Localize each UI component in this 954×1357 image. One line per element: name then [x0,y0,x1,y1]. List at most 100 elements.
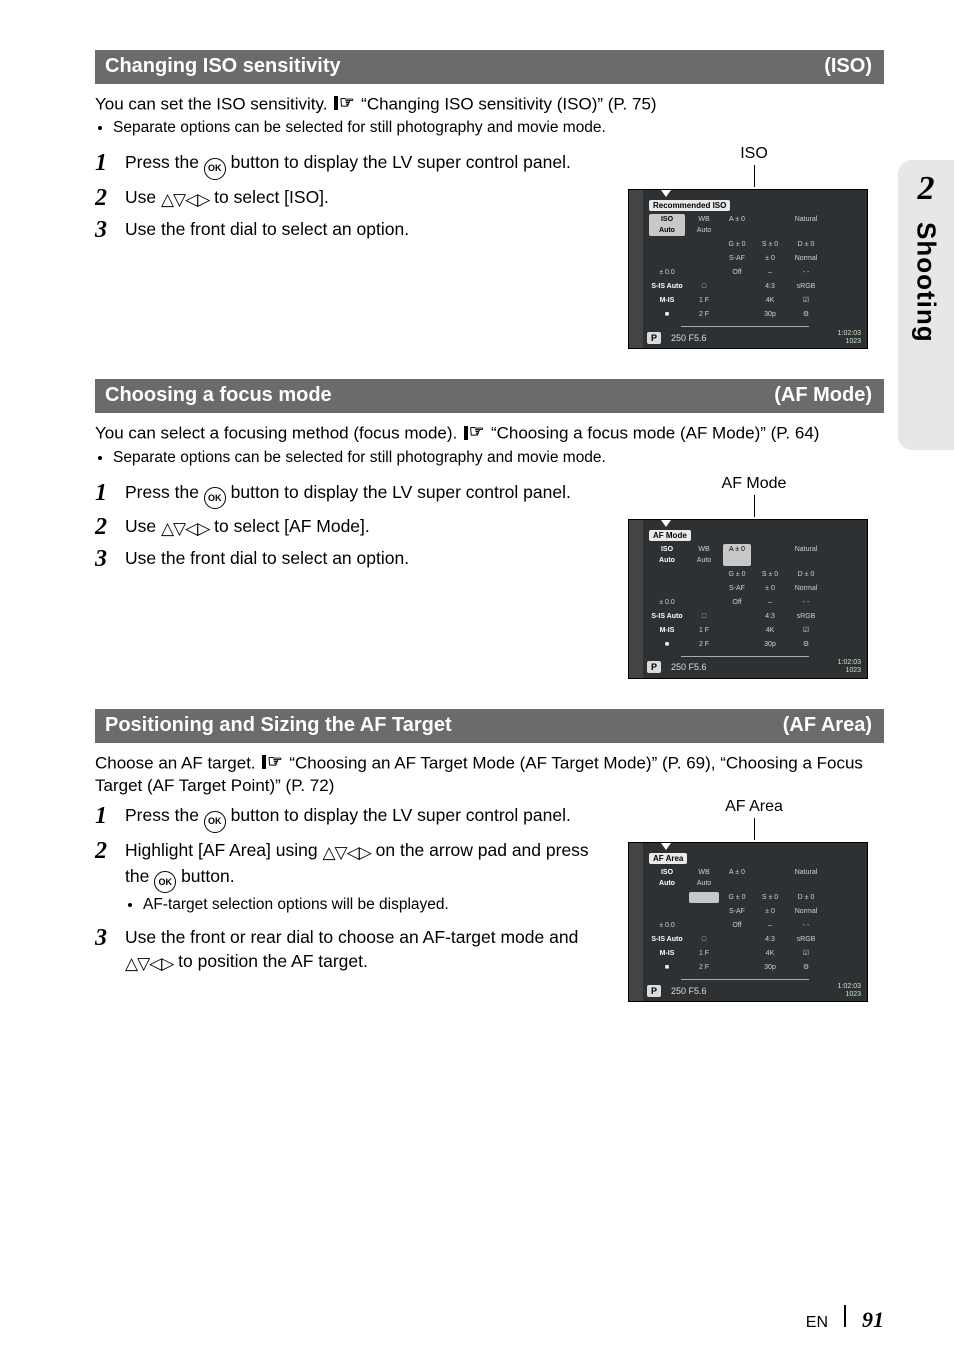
step: 1 Press the OK button to display the LV … [95,481,616,510]
ok-button-icon: OK [204,487,226,509]
step-text: Use △▽◁▷ to select [AF Mode]. [125,515,616,541]
step-text: Use the front or rear dial to choose an … [125,926,616,976]
lv-cell: WBAuto [689,214,719,236]
section-tag: (AF Mode) [774,384,872,407]
lv-cell [755,214,785,236]
lv-cell: sRGB [789,281,823,292]
lv-cell: ☑ [789,295,823,306]
lv-cell: A ± 0 [723,867,751,889]
lv-cell [827,597,861,608]
lv-cell: ISOAuto [649,544,685,566]
lv-cell [827,295,861,306]
lv-cell: A ± 0 [723,214,751,236]
step-number: 3 [95,926,125,950]
mode-badge: P [647,332,661,344]
lv-cell [649,239,685,250]
lv-cell [827,920,861,931]
lv-cell [827,611,861,622]
step-text: Use the front dial to select an option. [125,218,616,242]
lv-cell [689,920,719,931]
lv-cell [689,892,719,903]
step-text: Use the front dial to select an option. [125,547,616,571]
step: 2 Highlight [AF Area] using △▽◁▷ on the … [95,839,616,920]
lv-cell: - - [789,920,823,931]
step-number: 2 [95,186,125,210]
highlight-caret-icon [661,190,671,197]
step-text: Press the OK button to display the LV su… [125,804,616,833]
step-text: Highlight [AF Area] using △▽◁▷ on the ar… [125,839,616,920]
step-text: Use △▽◁▷ to select [ISO]. [125,186,616,212]
step-sub-bullet: AF-target selection options will be disp… [143,895,616,916]
lv-pointer-label: AF Mode [624,475,884,493]
section-intro: You can select a focusing method (focus … [95,421,884,445]
lv-cell: □ [689,281,719,292]
chapter-label: Shooting [911,222,942,343]
lv-cell: 2 F [689,639,719,650]
exposure-readout: 250 F5.6 [671,662,828,672]
lv-cell: WBAuto [689,544,719,566]
section-tag: (ISO) [824,55,872,78]
lv-cell: Normal [789,253,823,264]
lv-cell: M-IS [649,295,685,306]
reference-icon: ☞ [332,92,356,115]
lv-cell: Natural [789,544,823,566]
lv-cell: S ± 0 [755,239,785,250]
step-text: Press the OK button to display the LV su… [125,481,616,510]
lv-cell: ■ [649,309,685,320]
arrow-pad-icon: △▽◁▷ [161,189,209,212]
lv-super-control-panel: AF Area ISOAutoWBAutoA ± 0NaturalG ± 0S … [628,842,868,1002]
lv-cell [827,625,861,636]
lv-cell: 4K [755,295,785,306]
lv-cell [723,639,751,650]
lv-cell: - - [789,597,823,608]
lv-cell: Normal [789,906,823,917]
step-number: 3 [95,218,125,242]
lv-cell: 30p [755,639,785,650]
lv-cell: M-IS [649,625,685,636]
lv-cell: S-AF [723,906,751,917]
lv-cell: ± 0 [755,253,785,264]
lv-cell: ⚙ [789,309,823,320]
step-sub-bullets: AF-target selection options will be disp… [125,895,616,916]
lv-cell [689,906,719,917]
lv-cell [649,253,685,264]
lv-cell [827,892,861,903]
lv-cell [827,906,861,917]
lv-cell: 4K [755,625,785,636]
lv-super-control-panel: Recommended ISO ISOAutoWBAutoA ± 0Natura… [628,189,868,349]
lv-cell: 2 F [689,962,719,973]
lv-title-chip: Recommended ISO [649,200,730,211]
lv-cell [827,934,861,945]
lv-cell: 4:3 [755,611,785,622]
lv-pointer-line [754,165,755,187]
highlight-caret-icon [661,843,671,850]
lv-cell [723,309,751,320]
highlight-caret-icon [661,520,671,527]
lv-cell: ☑ [789,948,823,959]
lv-cell: sRGB [789,934,823,945]
lv-cell: S-IS Auto [649,611,685,622]
step: 3 Use the front dial to select an option… [95,218,616,242]
lv-cell: Normal [789,583,823,594]
lv-title-chip: AF Area [649,853,687,864]
lv-cell: 30p [755,309,785,320]
intro-bullets: Separate options can be selected for sti… [95,449,884,467]
step: 2 Use △▽◁▷ to select [AF Mode]. [95,515,616,541]
lv-cell [649,892,685,903]
lv-cell: G ± 0 [723,892,751,903]
lv-cell: ± 0 [755,906,785,917]
lv-cell: WBAuto [689,867,719,889]
lv-cell: 4:3 [755,281,785,292]
mode-badge: P [647,661,661,673]
lv-panel-figure: AF Mode AF Mode ISOAutoWBAutoA ± 0Natura… [624,475,884,679]
lv-cell: Off [723,597,751,608]
step-number: 2 [95,839,125,863]
lv-cell [827,948,861,959]
step-text: Press the OK button to display the LV su… [125,151,616,180]
lv-cell [723,948,751,959]
section-intro: Choose an AF target. ☞ “Choosing an AF T… [95,751,884,798]
step-number: 2 [95,515,125,539]
lv-cell [649,569,685,580]
lv-cell: D ± 0 [789,892,823,903]
lv-cell [755,867,785,889]
